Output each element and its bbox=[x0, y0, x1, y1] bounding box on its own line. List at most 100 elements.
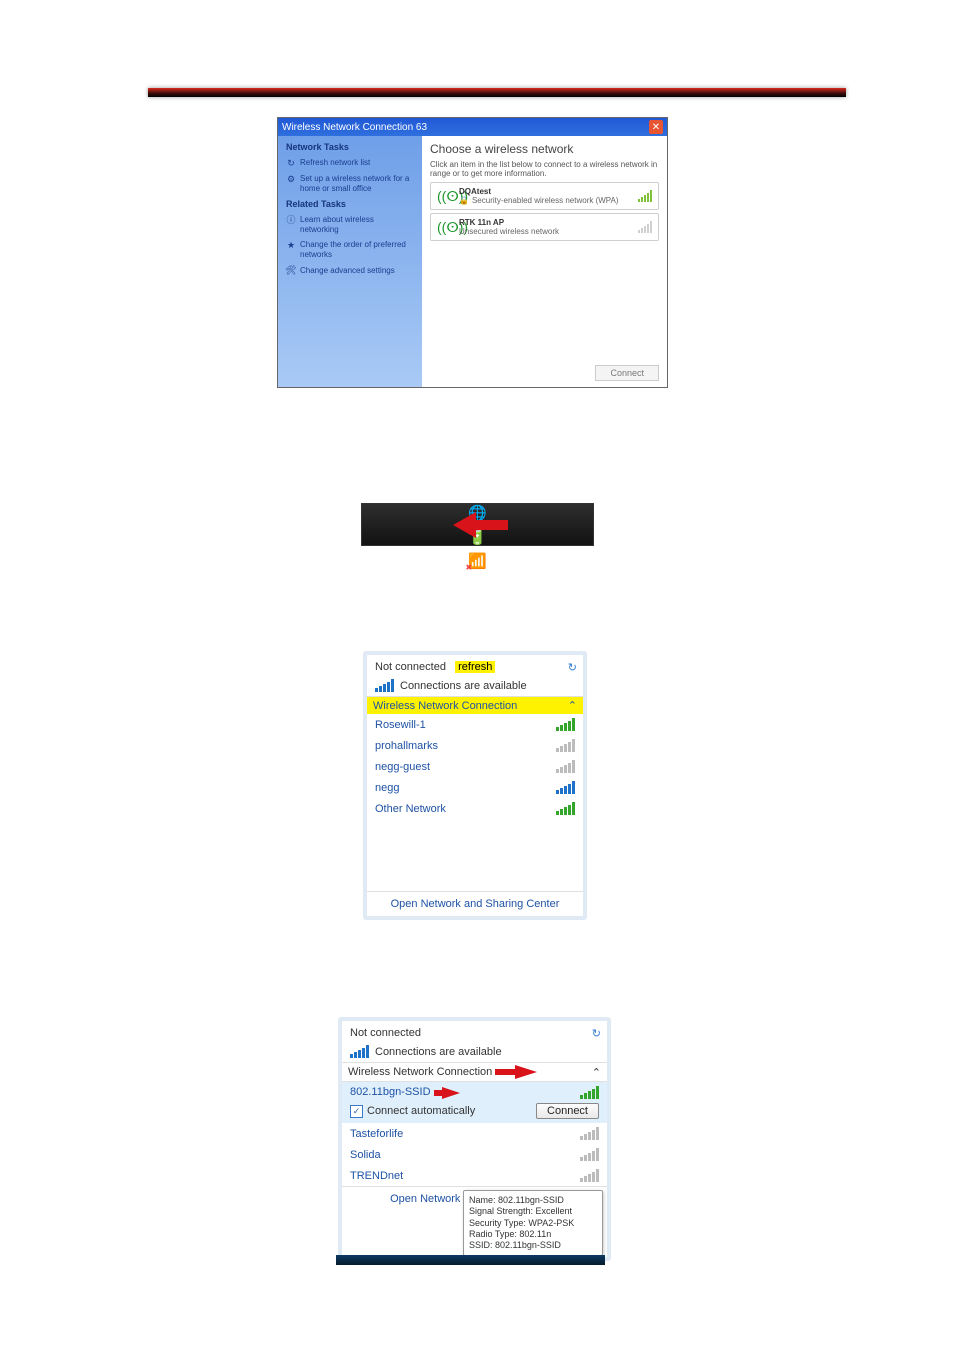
open-sharing-center-link[interactable]: Open Network and Sharing Center bbox=[367, 891, 583, 916]
network-name: Other Network bbox=[375, 803, 446, 815]
xp-title: Wireless Network Connection 63 bbox=[282, 122, 649, 133]
lock-icon: 🔒 bbox=[459, 196, 469, 205]
network-security: Unsecured wireless network bbox=[459, 227, 632, 236]
network-row[interactable]: negg-guest bbox=[367, 756, 583, 777]
network-name: Solida bbox=[350, 1149, 381, 1161]
signal-icon bbox=[580, 1148, 599, 1161]
task-label: Learn about wireless networking bbox=[300, 215, 414, 234]
network-row[interactable]: Rosewill-1 bbox=[367, 714, 583, 735]
task-icon: ↻ bbox=[286, 158, 296, 168]
task-icon: 🛠 bbox=[286, 266, 296, 276]
refresh-highlight: refresh bbox=[455, 661, 495, 673]
signal-icon bbox=[556, 718, 575, 731]
red-arrow-icon bbox=[434, 1087, 460, 1099]
network-name: 802.11bgn-SSID bbox=[350, 1086, 460, 1098]
network-row[interactable]: ((ⵙ)) RTK 11n AP Unsecured wireless netwo… bbox=[430, 213, 659, 241]
popup-header: Not connected refresh ↻ Connections are … bbox=[367, 655, 583, 697]
status-line: Not connected refresh bbox=[375, 661, 559, 673]
tooltip-line: Signal Strength: Excellent bbox=[469, 1206, 597, 1217]
popup-header: Not connected ↻ Connections are availabl… bbox=[342, 1021, 607, 1063]
status-text: Not connected bbox=[375, 661, 446, 673]
task-label: Change the order of preferred networks bbox=[300, 240, 414, 259]
tooltip-line: Name: 802.11bgn-SSID bbox=[469, 1195, 597, 1206]
advanced-task[interactable]: 🛠 Change advanced settings bbox=[286, 266, 414, 276]
xp-heading: Choose a wireless network bbox=[430, 142, 659, 156]
signal-icon bbox=[375, 679, 394, 692]
auto-connect-row: ✓ Connect automatically Connect bbox=[350, 1103, 599, 1119]
signal-icon bbox=[580, 1169, 599, 1182]
network-icon[interactable]: 📶 bbox=[468, 552, 488, 570]
xp-network-list: ((ⵙ)) DQAtest🔒 Security-enabled wireless … bbox=[430, 182, 659, 244]
network-row[interactable]: Tasteforlife bbox=[342, 1123, 607, 1144]
network-popup-connect: Not connected ↻ Connections are availabl… bbox=[338, 1017, 611, 1261]
clock-date: 8/21/2009 bbox=[538, 588, 587, 600]
clock-time: 5:20 PM bbox=[538, 576, 587, 588]
sidebar-section-title: Network Tasks bbox=[286, 142, 414, 152]
network-list: Rosewill-1 prohallmarks negg-guest negg Othe… bbox=[367, 714, 583, 891]
xp-body: Network Tasks ↻ Refresh network list ⚙Set u… bbox=[278, 136, 667, 387]
close-icon[interactable]: ✕ bbox=[649, 120, 663, 134]
sidebar-section-title: Related Tasks bbox=[286, 199, 414, 209]
connect-button[interactable]: Connect bbox=[595, 365, 659, 381]
order-task[interactable]: ★ Change the order of preferred networks bbox=[286, 240, 414, 259]
network-name: negg bbox=[375, 782, 399, 794]
available-text: Connections are available bbox=[375, 1046, 502, 1058]
signal-icon bbox=[580, 1086, 599, 1099]
taskbar-strip bbox=[336, 1255, 605, 1265]
signal-icon bbox=[350, 1045, 369, 1058]
battery-icon[interactable]: 🔋 bbox=[468, 528, 488, 546]
signal-icon bbox=[580, 1127, 599, 1140]
antenna-icon: ((ⵙ)) bbox=[437, 188, 453, 205]
wnc-header[interactable]: Wireless Network Connection ⌃ bbox=[367, 697, 583, 714]
network-name: RTK 11n AP bbox=[459, 218, 632, 227]
network-name: Rosewill-1 bbox=[375, 719, 426, 731]
auto-connect-checkbox[interactable]: ✓ bbox=[350, 1105, 363, 1118]
xp-titlebar[interactable]: Wireless Network Connection 63 ✕ bbox=[278, 118, 667, 136]
red-arrow-icon bbox=[495, 1065, 537, 1079]
status-text: Not connected bbox=[350, 1027, 583, 1039]
connect-button[interactable]: Connect bbox=[536, 1103, 599, 1119]
network-name: negg-guest bbox=[375, 761, 430, 773]
refresh-icon[interactable]: ↻ bbox=[592, 1027, 601, 1040]
network-name: Tasteforlife bbox=[350, 1128, 403, 1140]
chevron-up-icon: ⌃ bbox=[592, 1066, 601, 1079]
task-label: Refresh network list bbox=[300, 158, 370, 168]
network-row[interactable]: ((ⵙ)) DQAtest🔒 Security-enabled wireless … bbox=[430, 182, 659, 210]
network-row[interactable]: Other Network bbox=[367, 798, 583, 819]
task-label: Change advanced settings bbox=[300, 266, 395, 276]
task-icon: ⚙ bbox=[286, 174, 296, 184]
refresh-icon[interactable]: ↻ bbox=[568, 661, 577, 674]
signal-icon bbox=[556, 739, 575, 752]
taskbar: 🌐 🔋 📶 5:20 PM 8/21/2009 bbox=[361, 503, 594, 546]
xp-info: Click an item in the list below to conne… bbox=[430, 160, 659, 178]
task-icon: ⓘ bbox=[286, 215, 296, 225]
network-row[interactable]: prohallmarks bbox=[367, 735, 583, 756]
xp-sidebar: Network Tasks ↻ Refresh network list ⚙Set u… bbox=[278, 136, 422, 387]
network-row-selected[interactable]: 802.11bgn-SSID ✓ Connect automatically C… bbox=[342, 1082, 607, 1123]
network-list: 802.11bgn-SSID ✓ Connect automatically C… bbox=[342, 1082, 607, 1186]
taskbar-clock[interactable]: 5:20 PM 8/21/2009 bbox=[538, 576, 587, 600]
signal-icon bbox=[638, 190, 652, 202]
signal-icon bbox=[638, 221, 652, 233]
network-row[interactable]: TRENDnet bbox=[342, 1165, 607, 1186]
learn-task[interactable]: ⓘ Learn about wireless networking bbox=[286, 215, 414, 234]
tooltip-line: Security Type: WPA2-PSK bbox=[469, 1218, 597, 1229]
network-security: 🔒 Security-enabled wireless network (WPA… bbox=[459, 196, 632, 205]
network-name: TRENDnet bbox=[350, 1170, 403, 1182]
antenna-icon: ((ⵙ)) bbox=[437, 219, 453, 236]
network-name: DQAtest bbox=[459, 187, 632, 196]
document-header-bar bbox=[148, 88, 846, 97]
setup-task[interactable]: ⚙Set up a wireless network for a home or… bbox=[286, 174, 414, 193]
auto-connect-label: Connect automatically bbox=[367, 1105, 475, 1117]
network-popup-refresh: Not connected refresh ↻ Connections are … bbox=[363, 651, 587, 920]
wnc-header[interactable]: Wireless Network Connection ⌃ bbox=[342, 1063, 607, 1082]
signal-icon bbox=[556, 781, 575, 794]
tooltip-line: SSID: 802.11bgn-SSID bbox=[469, 1240, 597, 1251]
network-row[interactable]: Solida bbox=[342, 1144, 607, 1165]
task-icon: ★ bbox=[286, 240, 296, 250]
globe-icon[interactable]: 🌐 bbox=[468, 504, 488, 522]
wnc-title: Wireless Network Connection bbox=[348, 1065, 537, 1079]
refresh-task[interactable]: ↻ Refresh network list bbox=[286, 158, 414, 168]
network-row[interactable]: negg bbox=[367, 777, 583, 798]
available-text: Connections are available bbox=[400, 680, 527, 692]
